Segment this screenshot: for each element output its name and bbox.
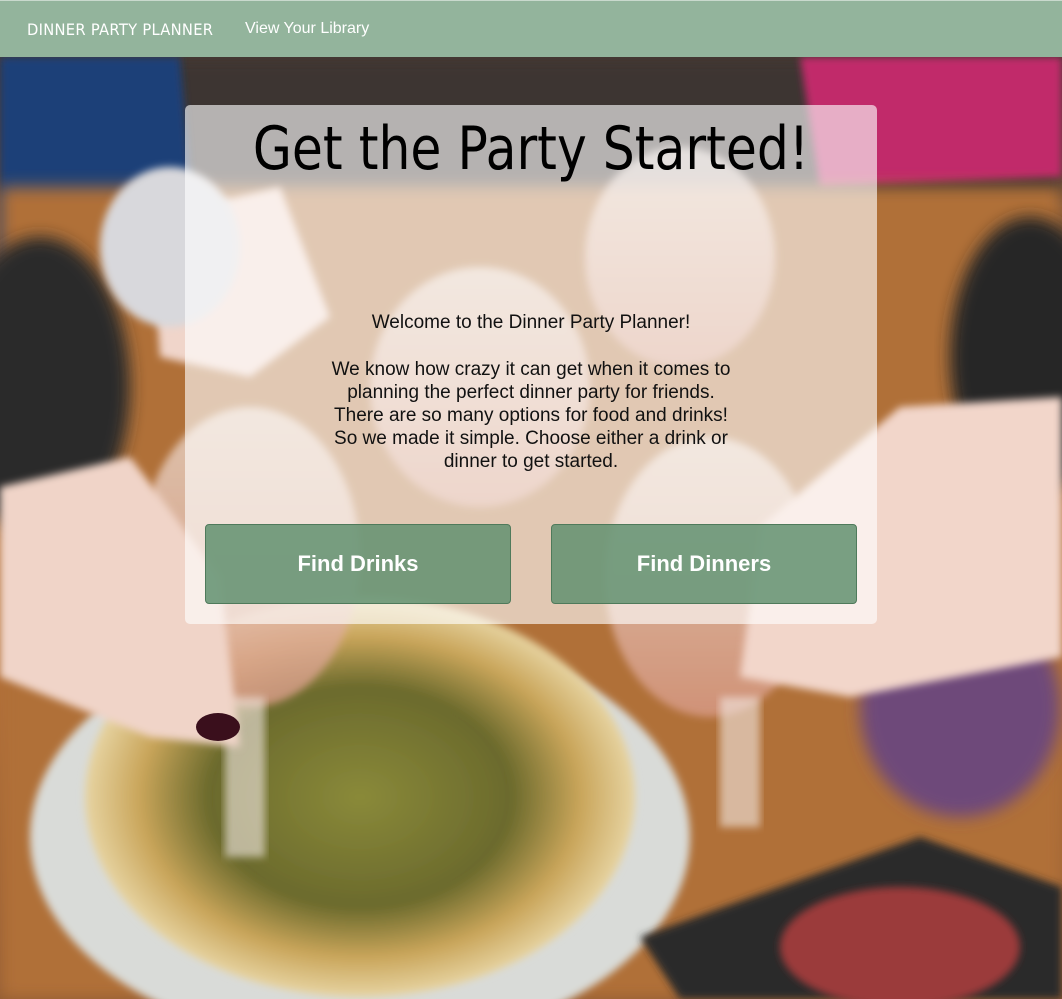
- brand-link[interactable]: DINNER PARTY PLANNER: [27, 20, 213, 39]
- hero-card: Get the Party Started! Welcome to the Di…: [185, 105, 877, 624]
- find-dinners-button[interactable]: Find Dinners: [551, 524, 857, 604]
- page-title: Get the Party Started!: [252, 114, 810, 184]
- welcome-text: Welcome to the Dinner Party Planner!: [371, 312, 691, 333]
- intro-text: We know how crazy it can get when it com…: [331, 359, 731, 472]
- find-drinks-button[interactable]: Find Drinks: [205, 524, 511, 604]
- view-library-link[interactable]: View Your Library: [245, 20, 369, 38]
- navbar: DINNER PARTY PLANNER View Your Library: [0, 0, 1062, 57]
